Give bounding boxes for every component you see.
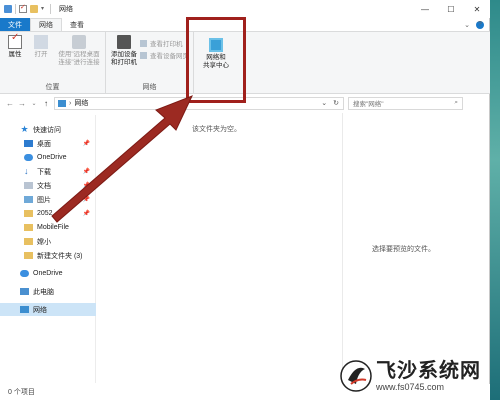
watermark-title: 飞沙系统网 (376, 360, 481, 382)
site-logo (340, 360, 372, 392)
watermark-text: 飞沙系统网 www.fs0745.com (376, 360, 481, 392)
watermark-url: www.fs0745.com (376, 382, 445, 392)
site-watermark: 飞沙系统网 www.fs0745.com (340, 356, 490, 396)
annotation-arrow (51, 95, 193, 223)
